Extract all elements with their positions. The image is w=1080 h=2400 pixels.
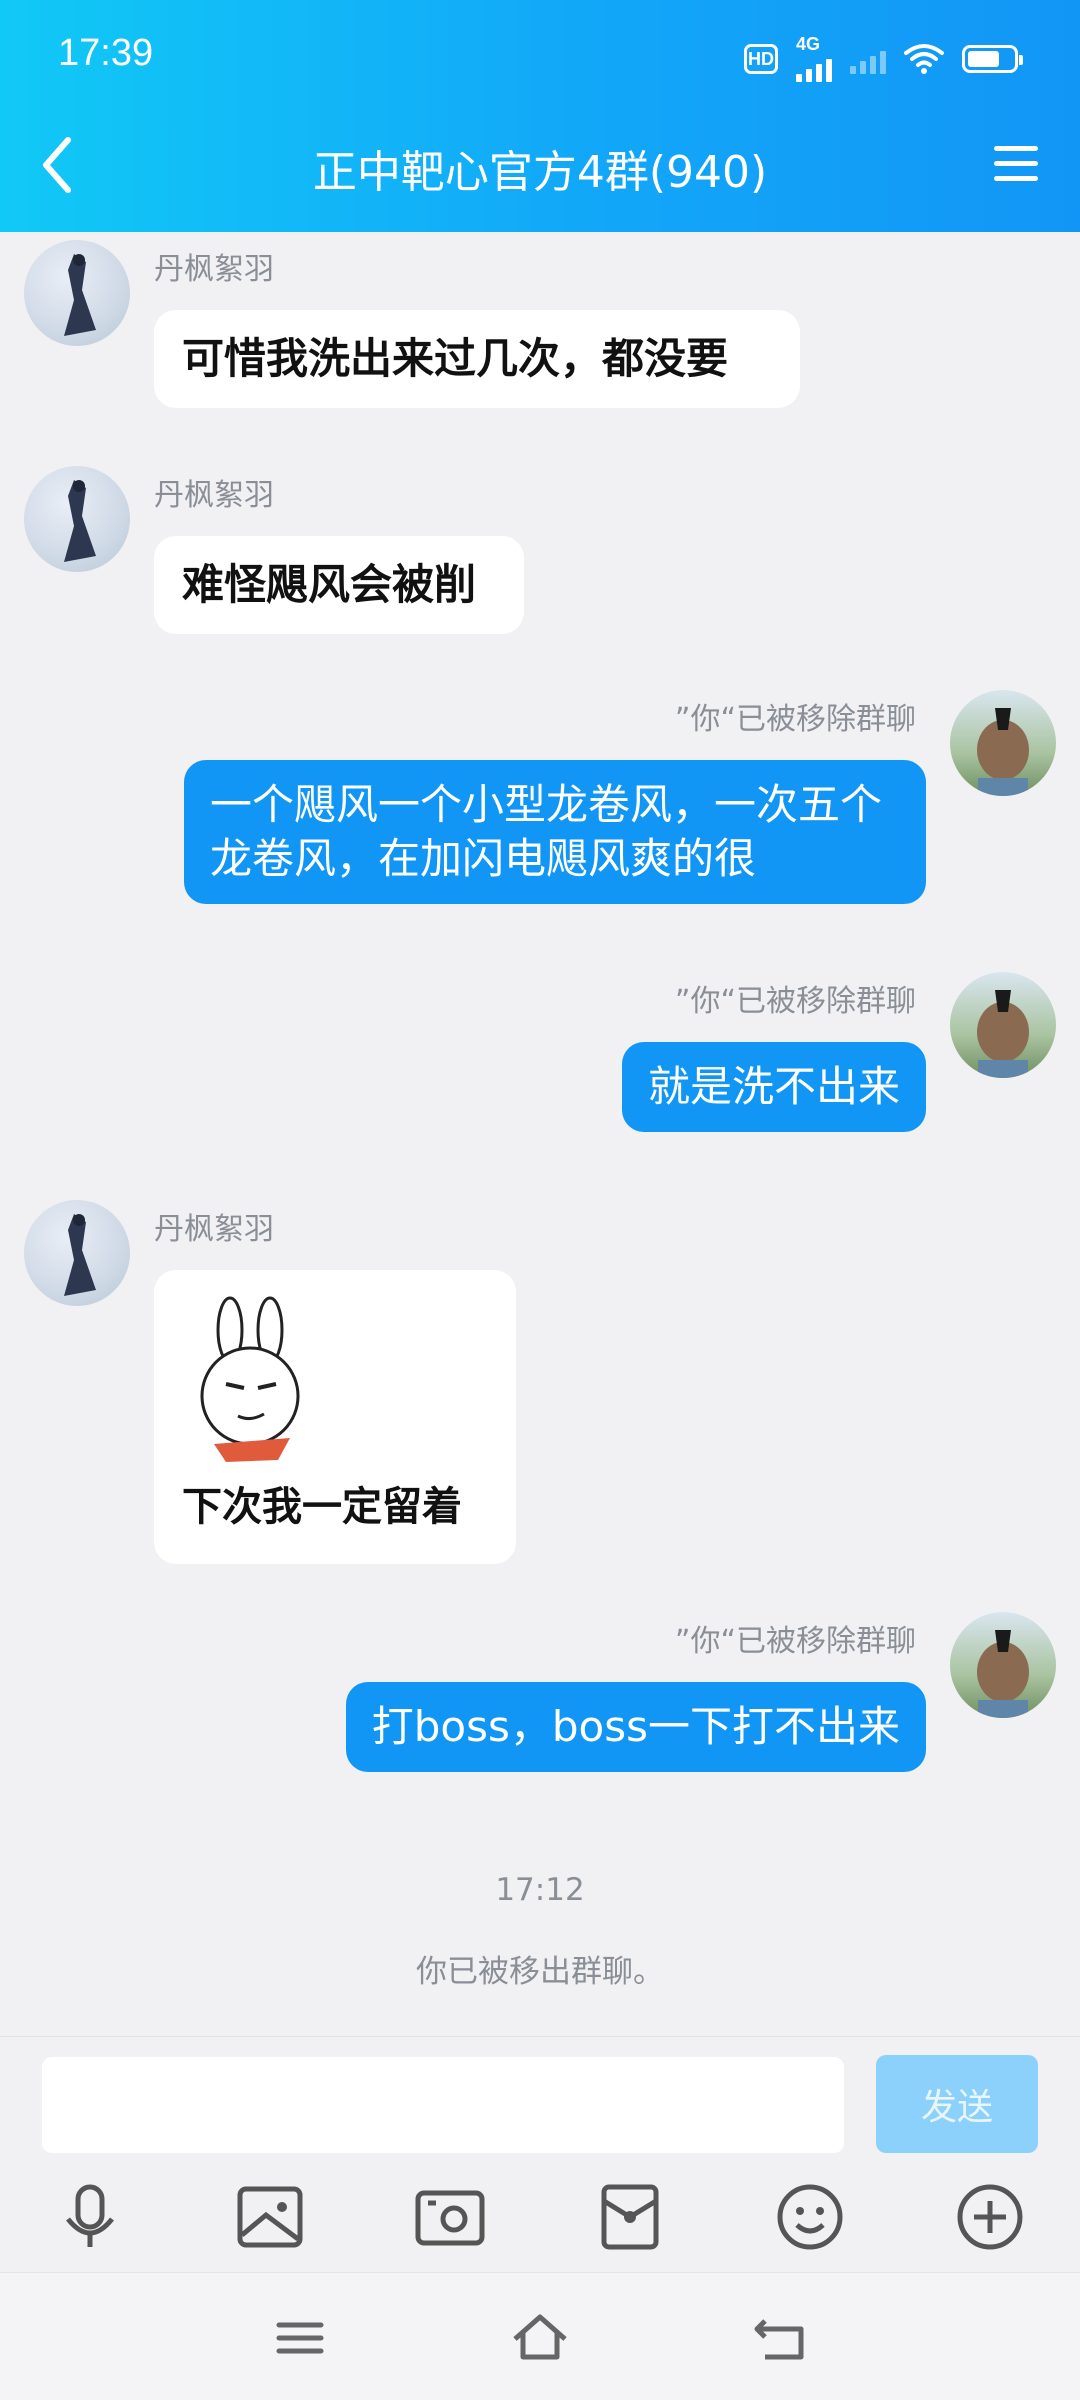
rabbit-sticker-icon	[200, 1296, 300, 1462]
system-notice: 你已被移出群聊。	[416, 1954, 664, 1990]
emoji-icon[interactable]	[770, 2177, 850, 2257]
avatar[interactable]	[950, 1612, 1056, 1718]
message-bubble[interactable]: 可惜我洗出来过几次，都没要	[154, 310, 800, 408]
network-indicator: 4G	[796, 34, 832, 82]
avatar[interactable]	[950, 972, 1056, 1078]
removed-label: ”你“已被移除群聊	[674, 702, 916, 737]
message-bubble[interactable]: 就是洗不出来	[621, 1042, 926, 1132]
chat-header: 17:39 HD 4G 正中靶心官方4群(940)	[0, 0, 1080, 232]
hd-icon: HD	[744, 44, 778, 74]
chat-title: 正中靶心官方4群(940)	[312, 147, 768, 198]
signal-icon	[796, 52, 832, 82]
avatar[interactable]	[24, 466, 130, 572]
sender-name: 丹枫絮羽	[154, 252, 274, 287]
avatar[interactable]	[24, 240, 130, 346]
image-icon[interactable]	[230, 2177, 310, 2257]
message-timestamp: 17:12	[495, 1872, 585, 1908]
status-time: 17:39	[58, 32, 154, 74]
menu-button[interactable]	[990, 140, 1042, 188]
sender-name: 丹枫絮羽	[154, 478, 274, 513]
wifi-icon	[904, 44, 944, 74]
status-icons: HD 4G	[744, 34, 1023, 82]
sticker-bubble[interactable]: 下次我一定留着	[154, 1270, 516, 1564]
sender-name: 丹枫絮羽	[154, 1212, 274, 1247]
message-bubble[interactable]: 一个飓风一个小型龙卷风，一次五个龙卷风，在加闪电飓风爽的很	[184, 760, 926, 904]
avatar[interactable]	[24, 1200, 130, 1306]
sticker-caption: 下次我一定留着	[182, 1483, 462, 1530]
battery-icon	[962, 45, 1023, 73]
message-input[interactable]	[42, 2057, 844, 2153]
message-bubble[interactable]: 难怪飓风会被削	[154, 536, 524, 634]
avatar[interactable]	[950, 690, 1056, 796]
signal-2-icon	[850, 44, 886, 74]
message-list[interactable]: 丹枫絮羽 可惜我洗出来过几次，都没要 丹枫絮羽 难怪飓风会被削 ”你“已被移除群…	[0, 232, 1080, 2036]
red-packet-icon[interactable]	[590, 2177, 670, 2257]
recent-apps-icon[interactable]	[265, 2303, 335, 2373]
removed-label: ”你“已被移除群聊	[674, 1624, 916, 1659]
input-bar: 发送	[0, 2036, 1080, 2272]
removed-label: ”你“已被移除群聊	[674, 984, 916, 1019]
send-button[interactable]: 发送	[876, 2055, 1038, 2153]
home-icon[interactable]	[505, 2303, 575, 2373]
network-type: 4G	[796, 34, 821, 54]
plus-icon[interactable]	[950, 2177, 1030, 2257]
camera-icon[interactable]	[410, 2177, 490, 2257]
back-nav-icon[interactable]	[745, 2303, 815, 2373]
system-nav-bar	[0, 2272, 1080, 2400]
microphone-icon[interactable]	[50, 2177, 130, 2257]
message-bubble[interactable]: 打boss，boss一下打不出来	[345, 1682, 926, 1772]
